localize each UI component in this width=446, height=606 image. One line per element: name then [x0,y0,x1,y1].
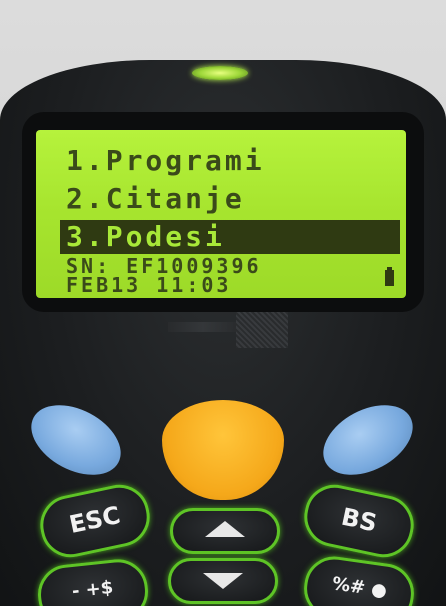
percent-key-label: %# ● [330,573,389,602]
brand-logo-text [168,322,238,332]
up-arrow-key[interactable] [170,508,280,554]
brand-logo [236,312,288,348]
menu-item-programi[interactable]: 1.Programi [66,144,265,177]
bs-key-label: BS [338,502,380,538]
status-led [192,66,248,80]
minus-key-label: - +$ [70,576,115,603]
down-arrow-key[interactable] [168,558,278,604]
menu-item-podesi[interactable]: 3.Podesi [66,220,225,253]
lcd-screen: 1.Programi 2.Citanje 3.Podesi SN: EF1009… [36,130,406,298]
esc-key-label: ESC [66,500,123,540]
arrow-up-icon [205,521,245,537]
date-time-text: FEB13 11:03 [66,273,232,297]
photo-scene: 1.Programi 2.Citanje 3.Podesi SN: EF1009… [0,0,446,606]
menu-item-citanje[interactable]: 2.Citanje [66,182,245,215]
arrow-down-icon [203,573,243,589]
battery-icon [385,267,394,286]
